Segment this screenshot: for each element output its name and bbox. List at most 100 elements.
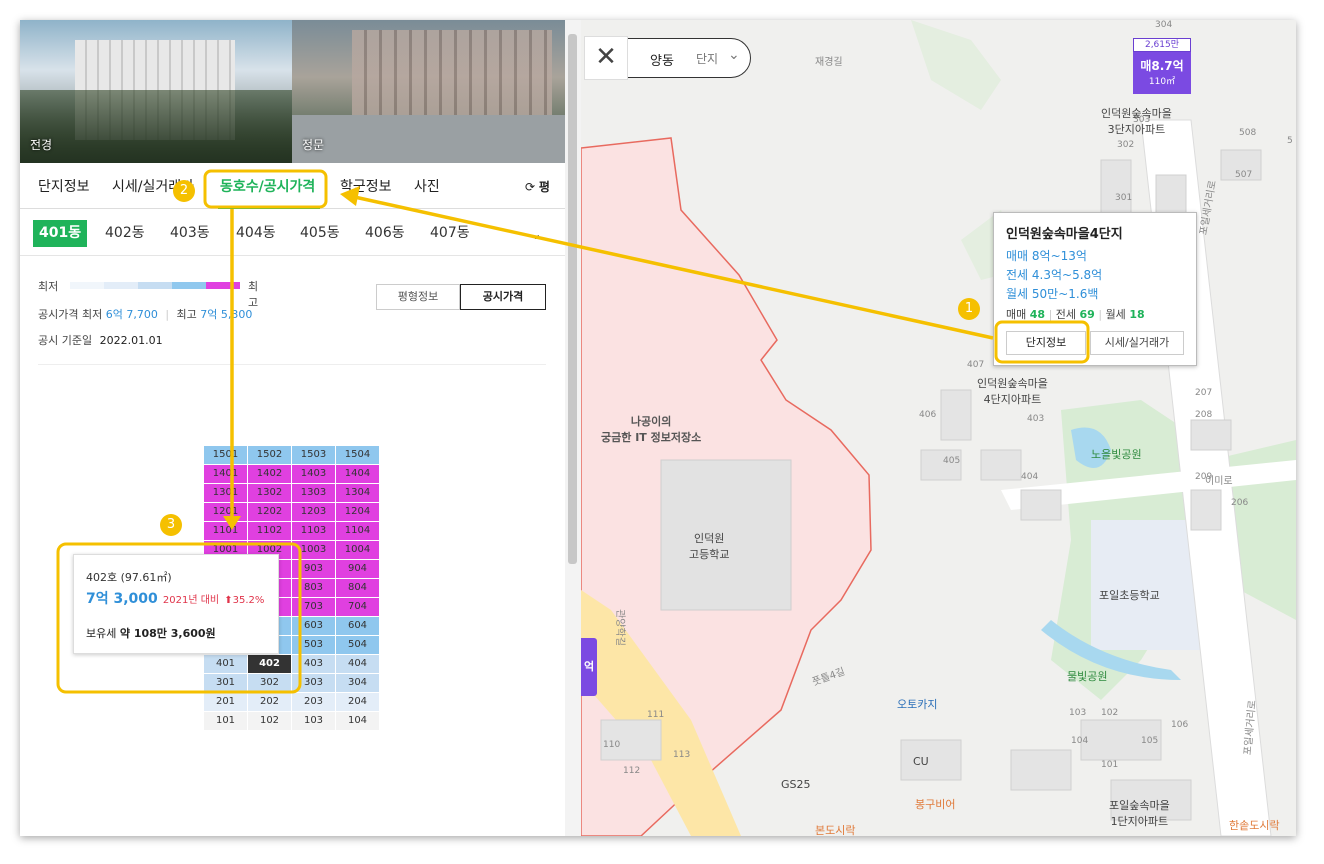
unit-cell[interactable]: 1103 — [292, 522, 335, 540]
unit-cell[interactable]: 904 — [336, 560, 379, 578]
tab-photos[interactable]: 사진 — [414, 176, 440, 196]
poi-label[interactable]: CU — [913, 755, 929, 768]
area-info-button[interactable]: 평형정보 — [376, 284, 460, 310]
unit-cell[interactable]: 1304 — [336, 484, 379, 502]
unit-cell[interactable]: 1203 — [292, 503, 335, 521]
unit-cell[interactable]: 202 — [248, 693, 291, 711]
unit-cell[interactable]: 1101 — [204, 522, 247, 540]
tab-unit-public-price[interactable]: 동호수/공시가격 — [220, 176, 315, 196]
unit-cell[interactable]: 703 — [292, 598, 335, 616]
unit-cell[interactable]: 903 — [292, 560, 335, 578]
unit-cell[interactable]: 803 — [292, 579, 335, 597]
poi-label[interactable]: 오토카지 — [897, 696, 937, 712]
unit-cell[interactable]: 604 — [336, 617, 379, 635]
dong-item[interactable]: 407동 — [424, 220, 476, 247]
poi-label[interactable]: GS25 — [781, 778, 811, 791]
dong-item[interactable]: 402동 — [99, 220, 151, 247]
chevron-down-icon[interactable]: ⌄ — [523, 220, 548, 247]
close-icon[interactable]: ✕ — [584, 36, 628, 80]
school-label[interactable]: 인덕원 고등학교 — [689, 530, 729, 562]
unit-cell[interactable]: 203 — [292, 693, 335, 711]
screenshot-frame: 전경 정문 단지정보 시세/실거래가 동호수/공시가격 학군정보 사진 ⟳ 평 … — [20, 20, 1296, 836]
unit-cell[interactable]: 1502 — [248, 446, 291, 464]
scrollbar-thumb[interactable] — [568, 34, 577, 564]
unit-cell[interactable]: 1202 — [248, 503, 291, 521]
chevron-down-icon[interactable]: ⌄ — [728, 47, 740, 63]
unit-cell[interactable]: 704 — [336, 598, 379, 616]
pyeong-toggle[interactable]: ⟳ 평 — [525, 178, 550, 195]
search-filter[interactable]: 단지 — [696, 50, 718, 67]
unit-cell[interactable]: 101 — [204, 712, 247, 730]
unit-cell[interactable]: 1402 — [248, 465, 291, 483]
unit-cell[interactable]: 402 — [248, 655, 291, 673]
unit-cell[interactable]: 1201 — [204, 503, 247, 521]
building-number: 206 — [1231, 498, 1249, 508]
poi-label[interactable]: 본도시락 — [815, 822, 855, 836]
unit-cell[interactable]: 1303 — [292, 484, 335, 502]
unit-cell[interactable]: 1404 — [336, 465, 379, 483]
card-wolse: 월세 50만~1.6백 — [1006, 287, 1099, 301]
unit-cell[interactable]: 1004 — [336, 541, 379, 559]
photo-gate[interactable]: 정문 — [292, 20, 565, 163]
unit-cell[interactable]: 104 — [336, 712, 379, 730]
unit-cell[interactable]: 404 — [336, 655, 379, 673]
unit-cell[interactable]: 103 — [292, 712, 335, 730]
poi-label[interactable]: 한솥도시락 — [1229, 817, 1280, 833]
price-range: 공시가격 최저 6억 7,700 | 최고 7억 5,300 — [38, 308, 253, 321]
dong-item[interactable]: 401동 — [33, 220, 88, 247]
tab-school[interactable]: 학군정보 — [340, 176, 392, 196]
unit-cell[interactable]: 1204 — [336, 503, 379, 521]
unit-cell[interactable]: 1302 — [248, 484, 291, 502]
unit-cell[interactable]: 1504 — [336, 446, 379, 464]
building-number: 102 — [1101, 708, 1119, 718]
unit-cell[interactable]: 302 — [248, 674, 291, 692]
unit-cell[interactable]: 102 — [248, 712, 291, 730]
unit-cell[interactable]: 1503 — [292, 446, 335, 464]
map-view[interactable]: 양동 단지 ⌄ ✕ 2,615만 매8.7억 110㎡ 억 인덕원숲속마을 3단… — [581, 20, 1296, 836]
dong-item[interactable]: 404동 — [230, 220, 282, 247]
unit-cell[interactable]: 504 — [336, 636, 379, 654]
unit-cell[interactable]: 1403 — [292, 465, 335, 483]
unit-cell[interactable]: 303 — [292, 674, 335, 692]
popup-change: 35.2% — [232, 595, 265, 606]
legend-low: 최저 — [38, 280, 59, 293]
poi-label[interactable]: 봉구비어 — [915, 796, 955, 812]
unit-cell[interactable]: 201 — [204, 693, 247, 711]
unit-cell[interactable]: 804 — [336, 579, 379, 597]
step-badge: 3 — [160, 514, 182, 536]
unit-cell[interactable]: 401 — [204, 655, 247, 673]
scrollbar[interactable] — [565, 20, 581, 836]
unit-cell[interactable]: 301 — [204, 674, 247, 692]
unit-cell[interactable]: 1003 — [292, 541, 335, 559]
dong-item[interactable]: 406동 — [359, 220, 411, 247]
school-label[interactable]: 포일초등학교 — [1099, 587, 1160, 603]
popup-compare: 2021년 대비 — [162, 595, 220, 606]
popup-price: 7억 3,000 — [86, 591, 158, 607]
unit-cell[interactable]: 1501 — [204, 446, 247, 464]
unit-cell[interactable]: 304 — [336, 674, 379, 692]
price-marker[interactable]: 2,615만 매8.7억 110㎡ — [1133, 38, 1191, 96]
unit-cell[interactable]: 603 — [292, 617, 335, 635]
building-number: 111 — [647, 710, 665, 720]
public-price-button[interactable]: 공시가격 — [460, 284, 546, 310]
apt1-label[interactable]: 포일숲속마을 1단지아파트 — [1109, 797, 1170, 829]
dong-item[interactable]: 403동 — [164, 220, 216, 247]
unit-cell[interactable]: 1401 — [204, 465, 247, 483]
price-history-button[interactable]: 시세/실거래가 — [1090, 331, 1184, 355]
park-label[interactable]: 물빛공원 — [1067, 668, 1107, 684]
card-title[interactable]: 인덕원숲속마을4단지 — [1006, 223, 1123, 242]
unit-cell[interactable]: 1102 — [248, 522, 291, 540]
unit-cell[interactable]: 403 — [292, 655, 335, 673]
dong-item[interactable]: 405동 — [294, 220, 346, 247]
complex-info-button[interactable]: 단지정보 — [1006, 331, 1086, 355]
park-label[interactable]: 노을빛공원 — [1091, 446, 1142, 462]
photo-exterior[interactable]: 전경 — [20, 20, 292, 163]
apt4-label[interactable]: 인덕원숲속마을 4단지아파트 — [977, 375, 1048, 407]
unit-cell[interactable]: 204 — [336, 693, 379, 711]
tab-complex-info[interactable]: 단지정보 — [38, 176, 90, 196]
unit-cell[interactable]: 1104 — [336, 522, 379, 540]
unit-cell[interactable]: 503 — [292, 636, 335, 654]
unit-cell[interactable]: 1301 — [204, 484, 247, 502]
divider — [38, 364, 546, 365]
price-marker-partial[interactable]: 억 — [581, 638, 597, 696]
